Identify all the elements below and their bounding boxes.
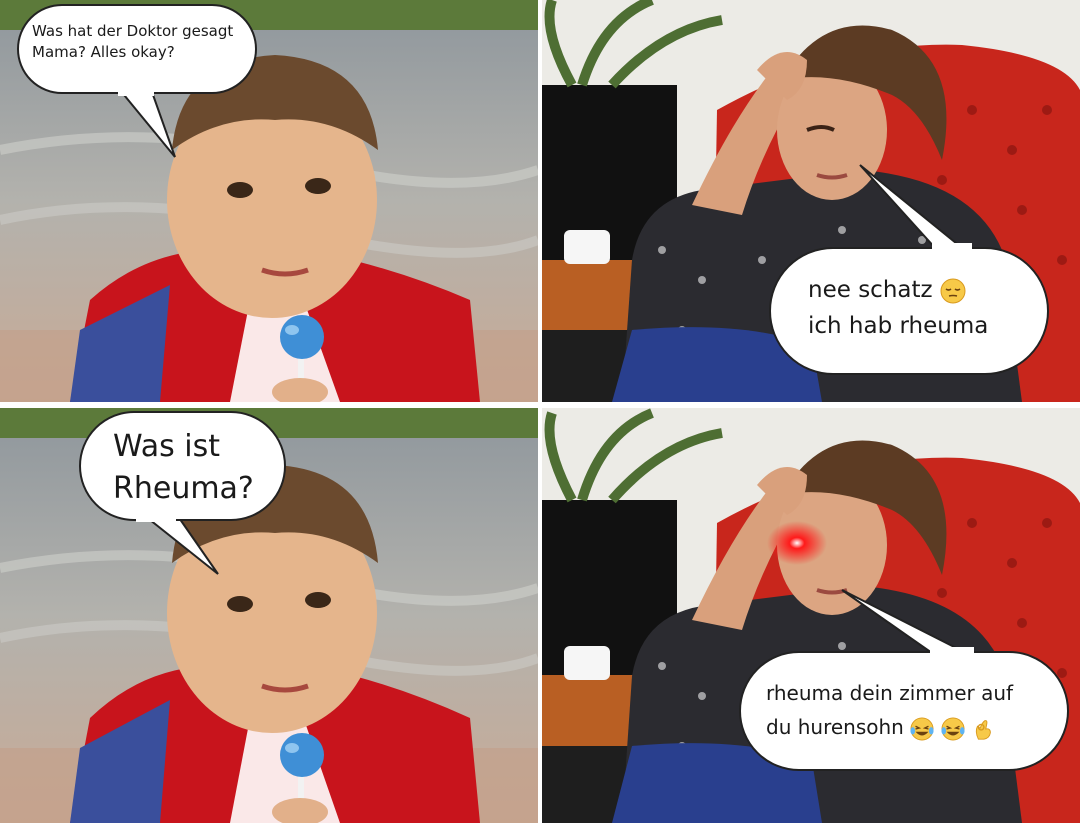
panel-mom-answer-2: rheuma dein zimmer auf du hurensohn	[542, 408, 1080, 823]
bubble-line: Was ist	[113, 429, 221, 464]
speech-bubble-text: Was ist Rheuma?	[113, 426, 254, 510]
speech-bubble-text: Was hat der Doktor gesagt Mama? Alles ok…	[32, 21, 233, 63]
boy-scene-image	[0, 408, 538, 823]
bubble-line: Mama? Alles okay?	[32, 43, 175, 61]
pensive-face-emoji-icon	[940, 278, 966, 303]
speech-bubble-text: nee schatz ich hab rheuma	[808, 272, 988, 344]
bubble-line: du hurensohn	[766, 715, 904, 739]
speech-bubble-text: rheuma dein zimmer auf du hurensohn	[766, 676, 1013, 744]
panel-mom-answer-1: nee schatz ich hab rheuma	[542, 0, 1080, 402]
panel-boy-question-2: Was ist Rheuma?	[0, 408, 538, 823]
crying-laughing-emoji-icon	[910, 716, 934, 741]
bubble-line: rheuma dein zimmer auf	[766, 681, 1014, 705]
bubble-line: nee schatz	[808, 277, 933, 303]
bubble-line: Rheuma?	[113, 471, 254, 506]
crying-laughing-emoji-icon	[941, 716, 965, 741]
bubble-line: ich hab rheuma	[808, 313, 989, 339]
bubble-line: Was hat der Doktor gesagt	[32, 22, 234, 40]
panel-boy-question-1: Was hat der Doktor gesagt Mama? Alles ok…	[0, 0, 538, 402]
mother-scene-image	[542, 408, 1080, 823]
laser-eye-glow	[767, 521, 827, 565]
ok-hand-emoji-icon	[975, 719, 991, 740]
